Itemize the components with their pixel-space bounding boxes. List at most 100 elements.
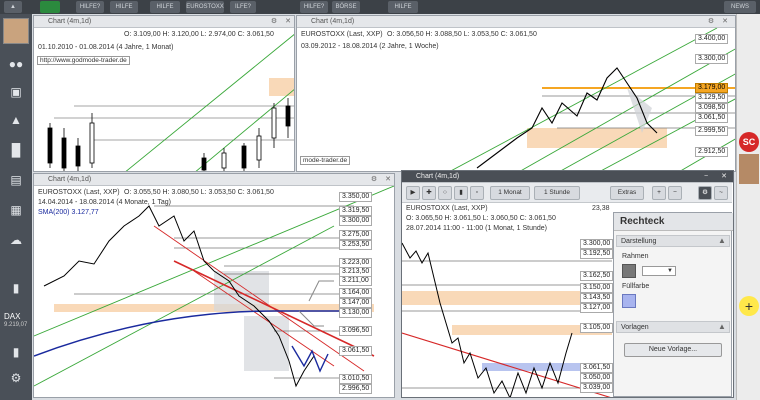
- chart3-price-label-14: 3.010,50: [339, 374, 373, 384]
- chart2-plot: [449, 28, 735, 171]
- section-vorlagen[interactable]: Vorlagen: [616, 321, 730, 333]
- chart3-price-label-11: 3.130,00: [339, 308, 373, 318]
- chart2-price-label-5: 3.098,50: [695, 103, 729, 113]
- chart-window-1[interactable]: Chart (4m,1d) ⚙ ✕ O: 3.109,00 H: 3.120,0…: [33, 15, 295, 172]
- chart2-price-label-8: 2.912,50: [695, 147, 729, 157]
- label-fuellfarbe: Füllfarbe: [622, 283, 650, 290]
- chart1-zone: [269, 78, 294, 96]
- chart2-price-label-4: 3.129,50: [695, 93, 729, 103]
- toolbar-button-eurostoxx[interactable]: EUROSTOXX: [186, 1, 224, 13]
- ticket-icon[interactable]: ▦: [6, 200, 26, 220]
- chart2-price-label-3: 3.179,00: [695, 83, 729, 93]
- chart-window-3[interactable]: Chart (4m,1d) ⚙ ✕ EUROSTOXX (Last, XXP) …: [33, 173, 395, 398]
- toolbar-button-10[interactable]: HILFE: [388, 1, 418, 13]
- chart4-price-line: [402, 242, 573, 397]
- right-bar: ✕ SC +: [713, 14, 760, 400]
- cloud-icon[interactable]: ☁: [6, 230, 26, 250]
- crosshair-icon[interactable]: ✚: [422, 186, 436, 200]
- gear-icon-3[interactable]: ⚙: [370, 176, 378, 184]
- toolbar-button-5[interactable]: HILFE: [150, 1, 180, 13]
- collapse-icon-2[interactable]: ▲: [718, 322, 726, 331]
- add-crosshair-icon[interactable]: +: [739, 296, 759, 316]
- sc-logo[interactable]: SC: [739, 132, 759, 152]
- chart3-arrow-up: [308, 280, 334, 302]
- section-darstellung[interactable]: Darstellung: [616, 235, 730, 247]
- zoom-out-icon[interactable]: −: [668, 186, 682, 200]
- zoom-in-icon[interactable]: +: [652, 186, 666, 200]
- close-icon-4[interactable]: ✕: [720, 173, 728, 181]
- chart-window-4-title: Chart (4m,1d): [402, 171, 733, 183]
- new-template-button[interactable]: Neue Vorlage...: [624, 343, 722, 357]
- avatar[interactable]: [3, 18, 29, 44]
- minimize-icon[interactable]: −: [702, 173, 710, 181]
- settings-icon-2[interactable]: ⚙: [698, 186, 712, 200]
- toolbar-button-9[interactable]: BÖRSE: [332, 1, 360, 13]
- chart4-price-label-3: 3.162,50: [580, 271, 614, 281]
- close-icon-2[interactable]: ✕: [721, 18, 729, 26]
- period-select[interactable]: 1 Monat: [490, 186, 530, 200]
- monitor-icon[interactable]: ▣: [6, 82, 26, 102]
- folder-icon[interactable]: ▤: [6, 170, 26, 190]
- pointer-icon[interactable]: ▶: [406, 186, 420, 200]
- bookmark-icon-2[interactable]: ▮: [6, 342, 26, 362]
- label-rahmen: Rahmen: [622, 253, 649, 260]
- chart2-grey-triangle: [627, 88, 652, 133]
- close-icon-3[interactable]: ✕: [384, 176, 392, 184]
- chart-window-2-title: Chart (4m,1d): [297, 16, 735, 28]
- toolbar-button-1[interactable]: ▲: [4, 1, 22, 13]
- chart2-trend-1: [449, 28, 718, 171]
- chart4-price-label-9: 3.050,00: [580, 373, 614, 383]
- chart3-arrow-down: [298, 310, 324, 327]
- toolbar-button-11[interactable]: NEWS: [724, 1, 756, 13]
- chart4-price-label-7: 3.105,00: [580, 323, 614, 333]
- chart-window-3-title: Chart (4m,1d): [34, 174, 394, 186]
- gear-icon-2[interactable]: ⚙: [707, 18, 715, 26]
- chart4-price-label-10: 3.039,00: [580, 383, 614, 393]
- gear-icon[interactable]: ⚙: [270, 18, 278, 26]
- chart3-price-label-10: 3.147,00: [339, 298, 373, 308]
- chart3-price-label-8: 3.211,00: [339, 276, 372, 286]
- chart2-price-label-2: 3.300,00: [695, 54, 729, 64]
- panel-title: Rechteck: [614, 213, 733, 231]
- toolbar-button-4[interactable]: HILFE: [110, 1, 138, 13]
- chart4-price-label-1: 3.300,00: [580, 239, 614, 249]
- top-toolbar: ▲ HILFE? HILFE HILFE EUROSTOXX ILFE? HIL…: [0, 0, 760, 14]
- chart-window-2[interactable]: Chart (4m,1d) ⚙ ✕ EUROSTOXX (Last, XXP) …: [296, 15, 736, 172]
- bookmark-icon[interactable]: ▮: [6, 278, 26, 298]
- settings-icon[interactable]: ⚙: [6, 368, 26, 388]
- chart3-price-label-4: 3.275,00: [339, 230, 373, 240]
- chart3-price-label-15: 2.996,50: [339, 384, 373, 394]
- users-icon[interactable]: ●●: [6, 54, 26, 74]
- bell-icon[interactable]: ▲: [6, 110, 26, 130]
- chart3-price-label-2: 3.319,50: [339, 206, 373, 216]
- indicator-icon[interactable]: ▫: [470, 186, 484, 200]
- interval-select[interactable]: 1 Stunde: [534, 186, 580, 200]
- chart4-price-label-8: 3.061,50: [580, 363, 614, 373]
- candle-icon[interactable]: ▮: [454, 186, 468, 200]
- chart3-price-label-12: 3.096,50: [339, 326, 373, 336]
- toolbar-button-2[interactable]: [40, 1, 60, 13]
- rahmen-color-swatch[interactable]: [622, 264, 636, 278]
- fill-color-swatch[interactable]: [622, 294, 636, 308]
- chart2-price-label-7: 2.999,50: [695, 126, 729, 136]
- chart3-price-label-1: 3.350,00: [339, 192, 373, 202]
- close-icon[interactable]: ✕: [284, 18, 292, 26]
- chart2-zone: [527, 128, 667, 148]
- line-style-dropdown[interactable]: ▼: [642, 266, 676, 276]
- chart-icon[interactable]: █: [6, 140, 26, 160]
- chart1-plot: [47, 34, 294, 171]
- chart3-price-label-9: 3.164,00: [339, 288, 373, 298]
- collapse-icon-1[interactable]: ▲: [718, 236, 726, 245]
- extras-menu[interactable]: Extras: [610, 186, 644, 200]
- chart2-price-label-1: 3.400,00: [695, 34, 729, 44]
- dax-value: 9.219,07: [4, 322, 28, 328]
- chart3-price-label-13: 3.061,50: [339, 346, 373, 356]
- toolbar-button-7[interactable]: ILFE?: [230, 1, 256, 13]
- pulse-icon[interactable]: ~: [714, 186, 728, 200]
- zoom-icon[interactable]: ○: [438, 186, 452, 200]
- chart4-price-label-4: 3.150,00: [580, 283, 614, 293]
- chart2-price-line: [476, 67, 658, 169]
- person-avatar[interactable]: [739, 154, 759, 184]
- toolbar-button-8[interactable]: HILFE?: [300, 1, 328, 13]
- toolbar-button-3[interactable]: HILFE?: [76, 1, 104, 13]
